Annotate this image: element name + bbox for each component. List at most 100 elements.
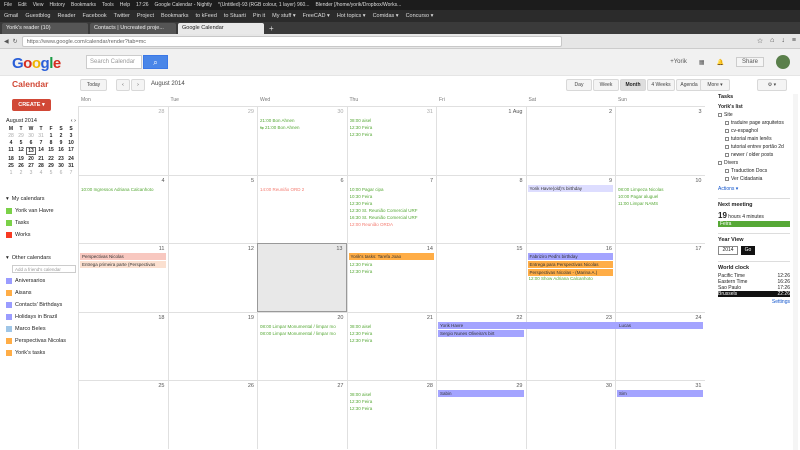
os-bar-item[interactable]: Blender [/home/yorik/Dropbox/Works... xyxy=(315,0,401,10)
calendar-event[interactable]: 10:30 Feira xyxy=(350,194,434,199)
day-number[interactable]: 3 xyxy=(698,109,701,115)
os-bar-item[interactable]: Bookmarks xyxy=(71,0,96,10)
bookmark-item[interactable]: Pin it xyxy=(253,13,265,19)
calendar-event[interactable]: 12:30 Feira xyxy=(350,262,434,267)
view-button-4-weeks[interactable]: 4 Weeks xyxy=(647,79,675,91)
search-button[interactable]: ⌕ xyxy=(143,55,168,69)
calendar-event[interactable]: 08:00 Limpar Monumental / limpar mo xyxy=(260,331,344,336)
calendar-event[interactable]: 12:30 Feira xyxy=(350,338,434,343)
day-number[interactable]: 2 xyxy=(609,109,612,115)
bookmark-item[interactable]: Bookmarks xyxy=(161,13,189,19)
task-item[interactable]: Traduction Docs xyxy=(718,168,790,174)
day-number[interactable]: 30 xyxy=(337,109,343,115)
bookmark-item[interactable]: My stuff ▾ xyxy=(272,13,295,19)
year-input[interactable]: 2014 xyxy=(718,246,738,255)
os-bar-item[interactable]: Tools xyxy=(102,0,114,10)
bookmark-item[interactable]: Twitter xyxy=(114,13,130,19)
mini-day[interactable]: 13 xyxy=(26,147,36,155)
mini-day[interactable]: 16 xyxy=(56,147,66,155)
calendar-allday-event[interactable]: Fabriziro Pedi's birthday xyxy=(527,253,613,260)
mini-day[interactable]: 6 xyxy=(26,140,36,146)
day-number[interactable]: 19 xyxy=(248,315,254,321)
calendar-event[interactable]: 11:00 Limpar NAMS xyxy=(618,201,702,206)
avatar[interactable] xyxy=(776,55,790,69)
day-number[interactable]: 28 xyxy=(427,383,433,389)
new-tab-icon[interactable]: + xyxy=(266,23,277,34)
day-number[interactable]: 25 xyxy=(158,383,164,389)
home-icon[interactable]: ⌂ xyxy=(770,37,774,45)
os-bar-item[interactable]: Google Calendar - Nightly xyxy=(155,0,213,10)
day-number[interactable]: 18 xyxy=(158,315,164,321)
mini-day[interactable]: 28 xyxy=(36,163,46,169)
mini-day[interactable]: 10 xyxy=(66,140,76,146)
mini-day[interactable]: 23 xyxy=(56,156,66,162)
task-checkbox[interactable] xyxy=(718,113,722,117)
calendar-allday-event[interactable]: Sim xyxy=(617,390,703,397)
day-number[interactable]: 28 xyxy=(158,109,164,115)
mini-day[interactable]: 14 xyxy=(36,147,46,155)
calendar-event[interactable]: 12:30 Feira xyxy=(350,132,434,137)
os-bar-item[interactable]: Edit xyxy=(18,0,27,10)
calendar-allday-event[interactable]: Yorik Havre(old)'s birthday xyxy=(527,184,613,192)
mini-day[interactable]: 30 xyxy=(56,163,66,169)
os-bar-item[interactable]: File xyxy=(4,0,12,10)
os-bar-item[interactable]: History xyxy=(49,0,65,10)
day-number[interactable]: 29 xyxy=(248,109,254,115)
day-number[interactable]: 4 xyxy=(161,178,164,184)
day-cell[interactable]: 2 xyxy=(525,106,615,175)
tasks-actions-menu[interactable]: Actions ▾ xyxy=(718,186,790,192)
bookmark-item[interactable]: Hot topics ▾ xyxy=(337,13,366,19)
calendar-item[interactable]: Aniversarios xyxy=(6,275,76,287)
day-number[interactable]: 21 xyxy=(427,315,433,321)
mini-day[interactable]: 1 xyxy=(46,133,56,139)
browser-tab[interactable]: Yorik's reader (10) xyxy=(2,23,88,34)
calendar-event[interactable]: 12:30 Feira xyxy=(350,406,434,411)
day-cell[interactable]: 30 xyxy=(525,380,615,449)
calendar-allday-event[interactable]: Entrega primeira parte (Perspectivas xyxy=(80,261,166,268)
menu-icon[interactable]: ≡ xyxy=(792,37,796,45)
task-checkbox[interactable] xyxy=(725,137,729,141)
google-logo[interactable]: Google xyxy=(12,55,61,72)
calendar-event[interactable]: 14:00 Reunião ORD 2 xyxy=(260,187,344,192)
calendar-item[interactable]: Marco Beles xyxy=(6,323,76,335)
mini-nav[interactable]: ‹ › xyxy=(71,118,76,124)
mini-day[interactable]: 29 xyxy=(16,133,26,139)
next-button[interactable]: › xyxy=(131,79,145,91)
day-cell[interactable]: 15 xyxy=(436,243,526,312)
mini-day[interactable]: 28 xyxy=(6,133,16,139)
task-checkbox[interactable] xyxy=(725,153,729,157)
today-button[interactable]: Today xyxy=(80,79,107,91)
mini-day[interactable]: 11 xyxy=(6,147,16,155)
day-cell[interactable]: 27 xyxy=(257,380,347,449)
calendar-allday-event[interactable]: Entrega para Perspectivas Nicolas xyxy=(527,261,613,268)
mini-day[interactable]: 12 xyxy=(16,147,26,155)
calendar-allday-event[interactable]: Lucas xyxy=(617,321,703,329)
mini-day[interactable]: 3 xyxy=(26,170,36,176)
back-icon[interactable]: ◀ xyxy=(4,38,9,45)
day-cell[interactable]: 25 xyxy=(78,380,168,449)
day-number[interactable]: 16 xyxy=(606,246,612,252)
calendar-event[interactable]: ⇆ 21:00 Bon Ahnen xyxy=(260,125,344,130)
calendar-event[interactable]: 12:30 Feira xyxy=(350,125,434,130)
mini-day[interactable]: 31 xyxy=(66,163,76,169)
mini-day[interactable]: 21 xyxy=(36,156,46,162)
calendar-event[interactable]: 08:00 Limpeza Nicolas xyxy=(618,187,702,192)
day-number[interactable]: 31 xyxy=(427,109,433,115)
task-checkbox[interactable] xyxy=(725,169,729,173)
mini-day[interactable]: 5 xyxy=(46,170,56,176)
mini-day[interactable]: 18 xyxy=(6,156,16,162)
mini-month-label[interactable]: August 2014 xyxy=(6,118,37,124)
other-calendars-header[interactable]: ▾ Other calendars xyxy=(6,252,76,264)
search-input[interactable]: Search Calendar xyxy=(86,55,142,69)
mini-day[interactable]: 19 xyxy=(16,156,26,162)
calendar-allday-event[interactable]: Sergio Nunes Oliveira's birt xyxy=(438,329,524,337)
task-checkbox[interactable] xyxy=(725,145,729,149)
calendar-event[interactable]: 08:00 Limpar Monumental / limpar mo xyxy=(260,324,344,329)
calendar-event[interactable]: 10:00 Pagar aluguel xyxy=(618,194,702,199)
user-link[interactable]: +Yorik xyxy=(670,59,687,65)
calendar-allday-event[interactable]: Perspectivas Nicolas xyxy=(80,253,166,260)
calendar-event[interactable]: 08:00 aisel xyxy=(350,118,434,123)
day-number[interactable]: 14 xyxy=(427,246,433,252)
day-cell[interactable]: 10 xyxy=(615,174,705,243)
task-item[interactable]: tutorial main lenês xyxy=(718,136,790,142)
